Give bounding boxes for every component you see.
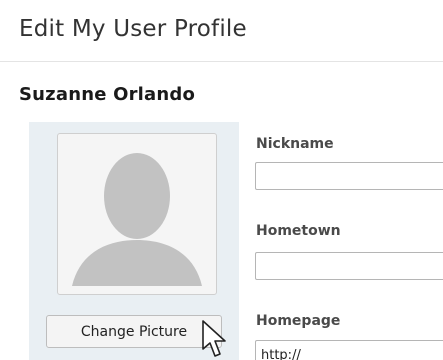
- page-title: Edit My User Profile: [19, 16, 247, 42]
- profile-picture-panel: Change Picture: [29, 122, 239, 360]
- change-picture-button[interactable]: Change Picture: [46, 315, 222, 348]
- hometown-input[interactable]: [255, 252, 443, 280]
- default-user-silhouette-icon: [72, 153, 202, 286]
- nickname-input[interactable]: [255, 162, 443, 190]
- hometown-label: Hometown: [256, 223, 341, 239]
- title-divider: [0, 61, 443, 62]
- avatar: [57, 133, 217, 295]
- homepage-input[interactable]: [255, 340, 443, 360]
- homepage-label: Homepage: [256, 313, 341, 329]
- nickname-label: Nickname: [256, 136, 334, 152]
- user-name-heading: Suzanne Orlando: [19, 84, 196, 105]
